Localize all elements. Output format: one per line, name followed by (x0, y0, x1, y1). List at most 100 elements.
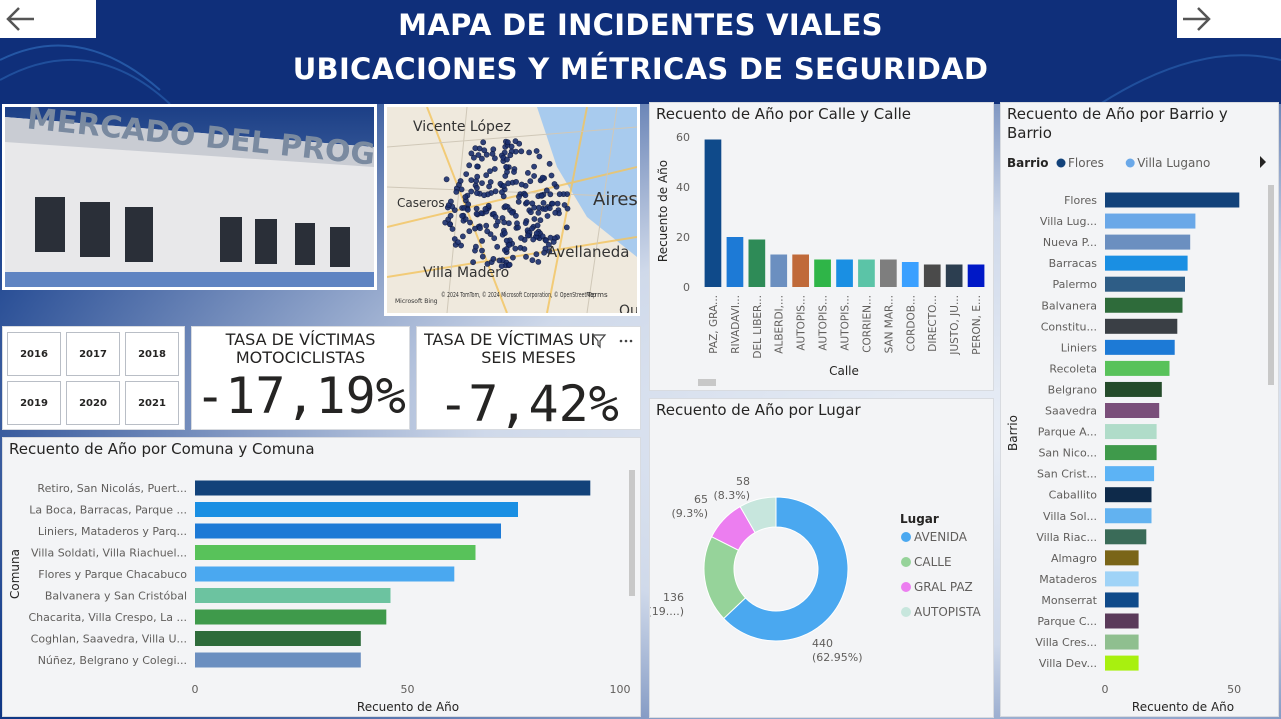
bar[interactable] (726, 237, 744, 287)
bar[interactable] (1105, 213, 1196, 229)
bar[interactable] (195, 523, 501, 539)
year-button-2016[interactable]: 2016 (7, 332, 61, 376)
forward-button[interactable] (1177, 0, 1281, 38)
map-point (548, 172, 555, 179)
legend-item[interactable]: GRAL PAZ (914, 580, 973, 594)
bar[interactable] (1105, 381, 1162, 397)
bar[interactable] (770, 254, 788, 288)
more-options-icon[interactable] (619, 339, 633, 343)
bar[interactable] (923, 264, 941, 288)
barrio-bar-chart[interactable]: Flores Villa Lug... Nueva P... Barracas Pale… (1001, 103, 1278, 716)
bar[interactable] (195, 502, 518, 517)
bar[interactable] (1105, 508, 1152, 524)
year-button-2021[interactable]: 2021 (125, 381, 179, 425)
bar[interactable] (814, 259, 831, 288)
bar[interactable] (1105, 276, 1185, 292)
scrollbar[interactable] (698, 379, 716, 386)
map-point (443, 176, 450, 183)
map-point (487, 168, 493, 174)
bar[interactable] (1105, 550, 1139, 566)
y-tick-label: Parque A... (1038, 426, 1097, 439)
bar[interactable] (1105, 255, 1188, 271)
bar[interactable] (195, 545, 476, 560)
filter-icon[interactable] (591, 334, 607, 349)
legend-item[interactable]: AUTOPISTA (914, 605, 982, 619)
bar[interactable] (195, 566, 455, 582)
legend-marker (1056, 158, 1066, 168)
bar[interactable] (880, 259, 897, 288)
bar[interactable] (195, 652, 361, 668)
bar[interactable] (1105, 297, 1183, 313)
legend-marker (901, 607, 911, 617)
bar[interactable] (1105, 571, 1139, 587)
legend-item[interactable]: CALLE (914, 555, 952, 569)
bar[interactable] (858, 259, 875, 288)
barrio-chart-panel: Recuento de Año por Barrio y Barrio Flor… (1000, 102, 1279, 717)
map-label-vicente-lopez: Vicente López (413, 119, 511, 135)
legend-item[interactable]: Villa Lugano (1137, 156, 1210, 170)
bar[interactable] (1105, 318, 1178, 334)
map-point (490, 146, 497, 153)
x-tick-label: JUSTO, JU... (949, 295, 961, 356)
bar[interactable] (1105, 592, 1139, 608)
map-point (541, 249, 547, 256)
map-point (527, 178, 534, 185)
map-point (479, 237, 485, 244)
bar[interactable] (967, 264, 985, 288)
year-button-2017[interactable]: 2017 (66, 332, 120, 376)
y-tick-label: Liniers, Mataderos y Parq... (38, 525, 187, 538)
year-button-2019[interactable]: 2019 (7, 381, 61, 425)
year-button-2018[interactable]: 2018 (125, 332, 179, 376)
map-point (544, 213, 551, 219)
lugar-donut-chart[interactable]: 440(62.95%) 136(19....) 65(9.3%) 58(8.3%) Lu… (650, 399, 993, 717)
legend-item[interactable]: AVENIDA (914, 530, 968, 544)
bar[interactable] (901, 262, 919, 287)
map-point (512, 138, 519, 145)
bar[interactable] (195, 609, 387, 625)
bar[interactable] (195, 480, 591, 496)
bar[interactable] (195, 631, 361, 646)
y-tick-label: Liniers (1061, 341, 1098, 354)
map-point (515, 198, 522, 205)
year-button-2020[interactable]: 2020 (66, 381, 120, 425)
map-point (465, 201, 472, 208)
bar[interactable] (1105, 655, 1139, 671)
map-point (477, 225, 483, 232)
bar[interactable] (1105, 360, 1170, 376)
back-button[interactable] (0, 0, 96, 38)
bar[interactable] (792, 254, 809, 288)
data-label-percent: (62.95%) (812, 651, 863, 664)
legend-item[interactable]: Flores (1068, 156, 1104, 170)
x-tick-label: PERON, E... (971, 295, 983, 355)
map-terms-link[interactable]: Terms (586, 291, 608, 299)
comuna-bar-chart[interactable]: Retiro, San Nicolás, Puert... La Boca, Ba… (3, 438, 640, 716)
scrollbar[interactable] (1268, 185, 1274, 385)
bar[interactable] (1105, 613, 1139, 629)
bar[interactable] (1105, 424, 1157, 440)
bar[interactable] (1105, 445, 1157, 461)
incident-map[interactable]: Vicente López Caseros Aires Avellaneda V… (384, 104, 640, 316)
bar[interactable] (704, 139, 722, 288)
scrollbar[interactable] (629, 470, 635, 596)
calle-bar-chart[interactable]: 0 20 40 60 Recuento de Año PAZ, GRA... RIVADAV… (650, 103, 993, 390)
kpi-value: -17,19% (195, 367, 406, 425)
bar[interactable] (1105, 234, 1191, 250)
map-point (524, 170, 531, 176)
bar[interactable] (195, 588, 391, 603)
bar[interactable] (1105, 529, 1147, 545)
bar[interactable] (945, 264, 963, 288)
y-tick-label: Retiro, San Nicolás, Puert... (37, 482, 187, 495)
map-canvas[interactable]: Vicente López Caseros Aires Avellaneda V… (387, 107, 637, 313)
map-point (518, 148, 525, 155)
bar[interactable] (1105, 403, 1160, 418)
bar[interactable] (748, 239, 766, 288)
bar[interactable] (1105, 339, 1175, 355)
bar[interactable] (1105, 634, 1139, 650)
legend-next-icon[interactable] (1260, 156, 1266, 168)
map-point (447, 212, 454, 219)
bar[interactable] (836, 259, 853, 288)
bar[interactable] (1105, 192, 1240, 208)
map-point (481, 192, 487, 199)
bar[interactable] (1105, 466, 1155, 482)
bar[interactable] (1105, 487, 1152, 503)
